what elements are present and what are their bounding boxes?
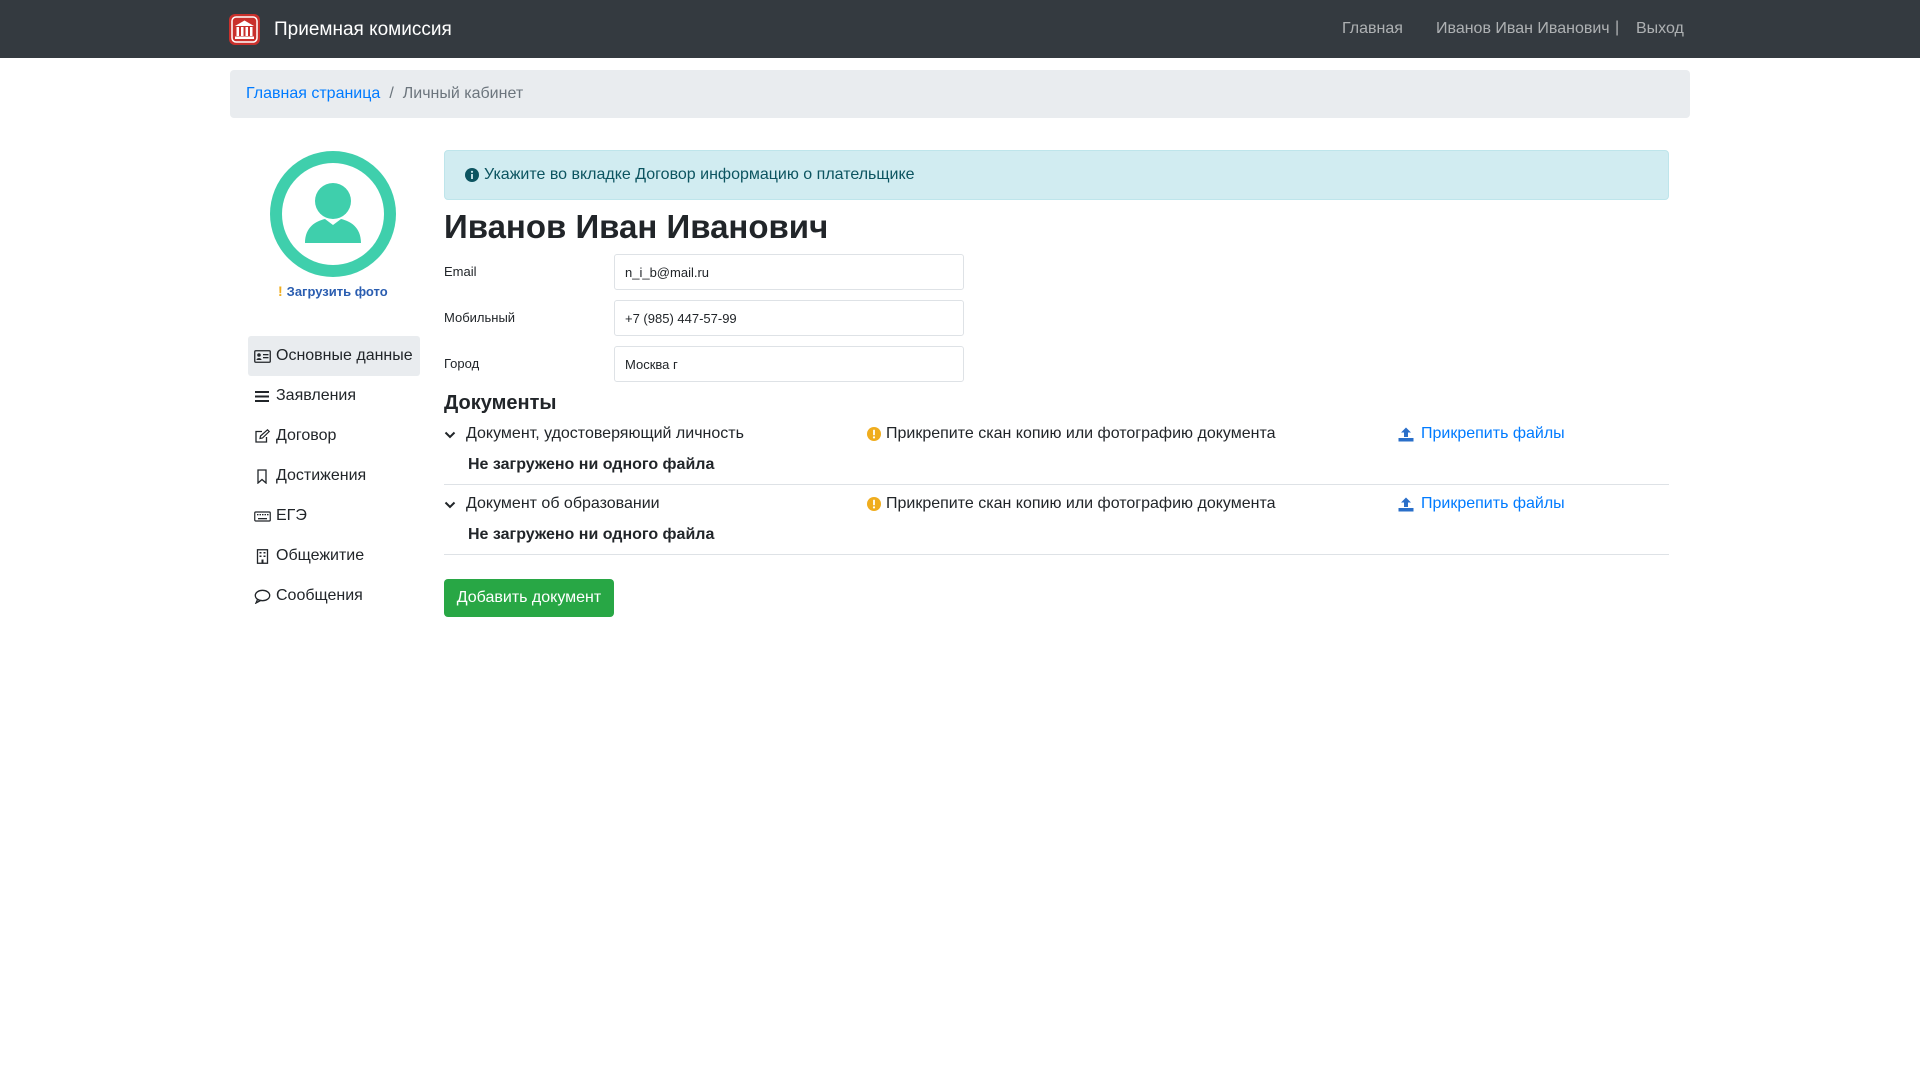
- document-title-education[interactable]: Документ об образовании: [466, 495, 660, 513]
- sidebar-item-label: Общежитие: [276, 547, 365, 564]
- city-field[interactable]: [614, 346, 964, 382]
- nav-user-link[interactable]: Иванов Иван Иванович: [1436, 20, 1610, 38]
- upload-photo-link[interactable]: ! Загрузить фото: [278, 283, 388, 299]
- edit-icon: [255, 428, 271, 443]
- sidebar-item-label: Заявления: [276, 387, 357, 404]
- sidebar-item-applications[interactable]: Заявления: [248, 376, 420, 416]
- document-divider: [444, 554, 1669, 555]
- document-status: Не загружено ни одного файла: [468, 456, 715, 473]
- document-warning-text: Прикрепите скан копию или фотографию док…: [886, 495, 1276, 512]
- chevron-down-icon[interactable]: [444, 500, 456, 510]
- nav-separator: |: [1615, 19, 1620, 36]
- sidebar-item-label: Основные данные: [276, 347, 413, 364]
- sidebar-item-label: Договор: [276, 427, 337, 444]
- city-label: Город: [444, 356, 480, 371]
- document-warning: Прикрепите скан копию или фотографию док…: [867, 495, 1276, 513]
- keyboard-icon: [254, 510, 271, 522]
- breadcrumb-home-link[interactable]: Главная страница: [246, 85, 380, 103]
- sidebar-item-main-data[interactable]: Основные данные: [248, 336, 420, 376]
- sidebar-item-label: ЕГЭ: [276, 507, 307, 524]
- breadcrumb-separator: /: [389, 85, 394, 102]
- avatar-user-icon: [270, 151, 396, 277]
- document-title-identity[interactable]: Документ, удостоверяющий личность: [466, 425, 744, 443]
- upload-photo-label: Загрузить фото: [286, 283, 388, 299]
- info-circle-icon: [465, 168, 479, 182]
- breadcrumb-current: Личный кабинет: [402, 85, 524, 102]
- attach-files-label: Прикрепить файлы: [1421, 425, 1565, 442]
- upload-icon: [1398, 497, 1414, 511]
- sidebar-item-exam[interactable]: ЕГЭ: [248, 496, 420, 536]
- exclamation-circle-icon: [867, 497, 881, 511]
- email-label: Email: [444, 264, 477, 279]
- top-navbar: Приемная комиссия Главная Иванов Иван Ив…: [0, 0, 1920, 58]
- attach-files-button[interactable]: Прикрепить файлы: [1398, 495, 1565, 513]
- info-alert: Укажите во вкладке Договор информацию о …: [444, 150, 1669, 200]
- info-alert-text: Укажите во вкладке Договор информацию о …: [484, 166, 915, 183]
- sidebar-item-dormitory[interactable]: Общежитие: [248, 536, 420, 576]
- document-status: Не загружено ни одного файла: [468, 526, 715, 543]
- document-divider: [444, 484, 1669, 485]
- documents-heading: Документы: [444, 392, 557, 414]
- building-icon: [256, 548, 269, 564]
- sidebar-item-achievements[interactable]: Достижения: [248, 456, 420, 496]
- upload-photo-warning-icon: !: [278, 283, 283, 299]
- brand[interactable]: Приемная комиссия: [229, 14, 452, 45]
- upload-icon: [1398, 427, 1414, 441]
- phone-label: Мобильный: [444, 310, 516, 325]
- nav-home-link[interactable]: Главная: [1342, 20, 1403, 38]
- bookmark-icon: [257, 468, 267, 484]
- breadcrumb: Главная страница / Личный кабинет: [230, 70, 1690, 118]
- email-field[interactable]: [614, 254, 964, 290]
- brand-title: Приемная комиссия: [274, 18, 452, 40]
- sidebar-item-label: Достижения: [276, 467, 367, 484]
- sidebar-item-messages[interactable]: Сообщения: [248, 576, 420, 616]
- list-icon: [255, 390, 269, 402]
- sidebar-item-contract[interactable]: Договор: [248, 416, 420, 456]
- page-title: Иванов Иван Иванович: [444, 208, 829, 245]
- phone-field[interactable]: [614, 300, 964, 336]
- document-warning-text: Прикрепите скан копию или фотографию док…: [886, 425, 1276, 442]
- attach-files-button[interactable]: Прикрепить файлы: [1398, 425, 1565, 443]
- university-logo-icon: [229, 14, 260, 45]
- document-warning: Прикрепите скан копию или фотографию док…: [867, 425, 1276, 443]
- comment-icon: [254, 589, 271, 604]
- sidebar-item-label: Сообщения: [276, 587, 363, 604]
- add-document-button[interactable]: Добавить документ: [444, 579, 614, 617]
- exclamation-circle-icon: [867, 427, 881, 441]
- chevron-down-icon[interactable]: [444, 430, 456, 440]
- id-card-icon: [254, 349, 271, 363]
- nav-logout-link[interactable]: Выход: [1636, 20, 1684, 38]
- attach-files-label: Прикрепить файлы: [1421, 495, 1565, 512]
